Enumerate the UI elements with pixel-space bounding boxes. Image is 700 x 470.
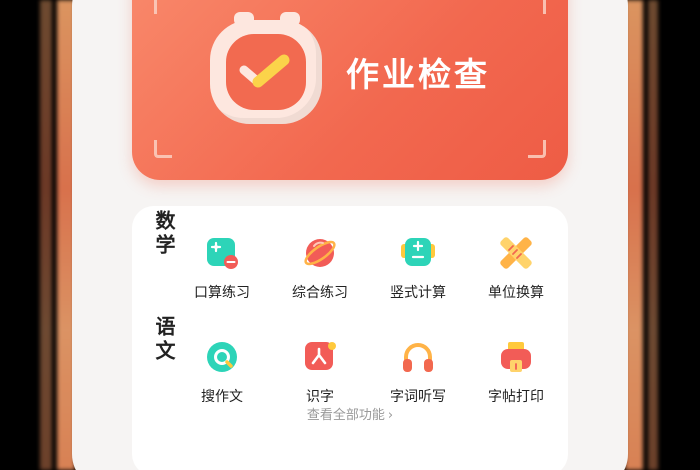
decorative-strip-right-outer bbox=[648, 0, 658, 470]
item-label: 竖式计算 bbox=[390, 285, 446, 301]
scan-corner-top-right bbox=[528, 0, 546, 14]
magnifier-essay-icon bbox=[205, 340, 239, 374]
checklist-timer-icon bbox=[210, 12, 322, 124]
dictation-button[interactable]: 字词听写 bbox=[374, 340, 462, 406]
view-all-features-link[interactable]: 查看全部功能 › bbox=[132, 404, 568, 423]
item-label: 综合练习 bbox=[292, 285, 348, 301]
homework-check-card[interactable]: 作业检查 bbox=[132, 0, 568, 180]
item-label: 口算练习 bbox=[194, 285, 250, 301]
mental-math-icon bbox=[205, 236, 239, 270]
hero-title: 作业检查 bbox=[346, 55, 490, 94]
scan-corner-bottom-left bbox=[154, 140, 172, 158]
copybook-print-button[interactable]: 字帖打印 bbox=[472, 340, 560, 406]
item-label: 字帖打印 bbox=[488, 389, 544, 405]
printer-icon bbox=[499, 340, 533, 374]
item-label: 单位换算 bbox=[488, 285, 544, 301]
scan-corner-bottom-right bbox=[528, 140, 546, 158]
view-all-label: 查看全部功能 bbox=[306, 408, 385, 423]
mental-math-button[interactable]: 口算练习 bbox=[178, 236, 266, 302]
character-recognition-button[interactable]: 识字 bbox=[276, 340, 364, 406]
category-label-math: 数学 bbox=[152, 210, 176, 258]
comprehensive-practice-button[interactable]: 综合练习 bbox=[276, 236, 364, 302]
headphones-icon bbox=[401, 340, 435, 374]
decorative-strip-left-outer bbox=[40, 0, 52, 470]
category-label-chinese: 语文 bbox=[152, 316, 176, 364]
phone-screen: 作业检查 数学 口算练习 综合练习 竖式计算 单位换算 语文 搜作文 识字 字词… bbox=[72, 0, 628, 470]
chevron-right-icon: › bbox=[387, 408, 394, 423]
check-mark-icon bbox=[239, 54, 290, 88]
unit-conversion-button[interactable]: 单位换算 bbox=[472, 236, 560, 302]
item-label: 识字 bbox=[306, 389, 334, 405]
character-card-icon bbox=[303, 340, 337, 374]
feature-panel: 数学 口算练习 综合练习 竖式计算 单位换算 语文 搜作文 识字 字词听写 字帖… bbox=[132, 206, 568, 470]
ruler-cross-icon bbox=[499, 236, 533, 270]
item-label: 搜作文 bbox=[201, 389, 243, 405]
search-essay-button[interactable]: 搜作文 bbox=[178, 340, 266, 406]
planet-practice-icon bbox=[303, 236, 337, 270]
calculator-icon bbox=[401, 236, 435, 270]
vertical-calculation-button[interactable]: 竖式计算 bbox=[374, 236, 462, 302]
scan-corner-top-left bbox=[154, 0, 172, 14]
item-label: 字词听写 bbox=[390, 389, 446, 405]
